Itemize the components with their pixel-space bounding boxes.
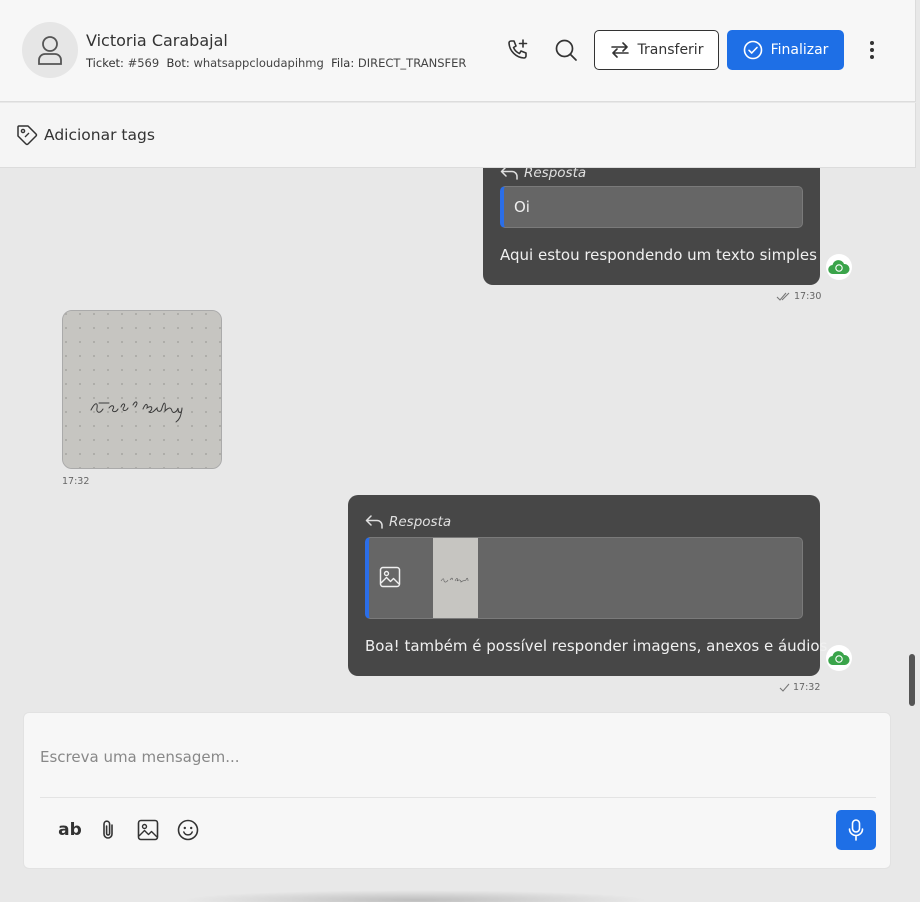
bottom-shadow	[180, 890, 650, 902]
emoji-icon	[177, 819, 199, 841]
user-icon	[38, 36, 62, 65]
avatar[interactable]	[22, 22, 78, 78]
reply-header: Resposta	[365, 514, 451, 530]
whatsapp-cloud-icon	[828, 260, 850, 275]
message-bubble-outgoing[interactable]: Resposta Oi Aqui estou respondendo um te…	[483, 168, 820, 285]
quoted-message[interactable]: Oi	[500, 186, 803, 228]
tag-icon	[17, 125, 38, 146]
whatsapp-cloud-icon	[828, 651, 850, 666]
ticket-label: Ticket:	[86, 56, 124, 70]
bot-label: Bot:	[166, 56, 190, 70]
double-check-icon	[776, 292, 790, 301]
message-text: Boa! também é possível responder imagens…	[365, 637, 833, 655]
add-call-button[interactable]	[504, 36, 532, 64]
message-input[interactable]	[40, 727, 876, 787]
queue-value: DIRECT_TRANSFER	[357, 56, 467, 70]
reply-label: Resposta	[389, 514, 452, 530]
finish-label: Finalizar	[770, 42, 829, 58]
ticket-info: Ticket: #569 Bot: whatsappcloudapihmg Fi…	[86, 56, 466, 70]
more-options-button[interactable]	[858, 36, 886, 64]
paperclip-icon	[103, 820, 113, 839]
transfer-button[interactable]: Transferir	[594, 30, 719, 70]
reply-label: Resposta	[524, 168, 587, 181]
finish-button[interactable]: Finalizar	[727, 30, 844, 70]
image-icon	[137, 819, 159, 841]
reply-arrow-icon	[365, 515, 383, 529]
ticket-value: #569	[127, 56, 160, 70]
bot-value: whatsappcloudapihmg	[193, 56, 324, 70]
message-text: Aqui estou respondendo um texto simples	[500, 246, 817, 264]
message-list[interactable]: Resposta Oi Aqui estou respondendo um te…	[0, 168, 916, 702]
message-meta: 17:32	[779, 682, 820, 693]
add-tags-label: Adicionar tags	[44, 126, 155, 144]
queue-label: Fila:	[331, 56, 355, 70]
reply-arrow-icon	[500, 168, 518, 180]
contact-name: Victoria Carabajal	[86, 31, 228, 50]
reply-header: Resposta	[500, 168, 586, 181]
format-text-icon: ab	[58, 820, 82, 840]
image-message[interactable]: teste reply	[62, 310, 222, 469]
attach-image-button[interactable]	[135, 817, 161, 843]
message-meta: 17:30	[776, 291, 821, 302]
search-icon	[555, 39, 577, 61]
received-image: teste reply	[63, 311, 221, 468]
message-time: 17:32	[62, 476, 90, 487]
chat-scrollbar[interactable]	[909, 654, 915, 706]
search-button[interactable]	[552, 36, 580, 64]
chat-header: Victoria Carabajal Ticket: #569 Bot: wha…	[0, 0, 916, 102]
message-composer: ab	[23, 712, 891, 869]
composer-divider	[40, 797, 876, 798]
emoji-button[interactable]	[175, 817, 201, 843]
more-vertical-icon	[870, 41, 874, 59]
message-bubble-outgoing[interactable]: Resposta teste reply Boa! também é possí…	[348, 495, 832, 676]
check-circle-icon	[743, 40, 762, 60]
image-icon	[379, 566, 401, 588]
message-time: 17:32	[793, 682, 821, 693]
message-time: 17:30	[794, 291, 822, 302]
record-audio-button[interactable]	[836, 810, 876, 850]
quoted-image-thumbnail: teste reply	[433, 538, 478, 618]
add-tags-bar[interactable]: Adicionar tags	[0, 103, 916, 168]
microphone-icon	[848, 819, 864, 841]
bot-avatar	[826, 645, 852, 671]
transfer-arrows-icon	[610, 42, 629, 58]
phone-plus-icon	[508, 39, 528, 59]
format-text-button[interactable]: ab	[55, 817, 85, 843]
attach-file-button[interactable]	[95, 817, 121, 843]
quoted-text: Oi	[514, 198, 530, 216]
single-check-icon	[779, 683, 790, 692]
transfer-label: Transferir	[637, 42, 704, 58]
quoted-image-message[interactable]: teste reply	[365, 537, 803, 619]
bot-avatar	[826, 254, 852, 280]
